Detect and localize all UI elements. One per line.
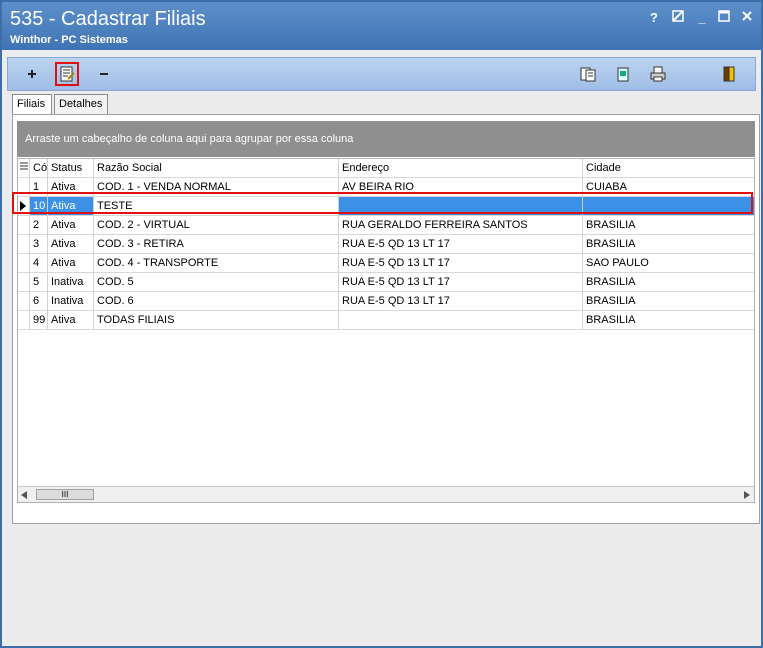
cell-status: Ativa — [48, 311, 94, 330]
minimize-button[interactable]: _ — [694, 10, 710, 26]
cell-status: Inativa — [48, 292, 94, 311]
cell-cidade: BRASILIA — [583, 216, 754, 235]
cell-codigo: 2 — [30, 216, 48, 235]
cell-status: Ativa — [48, 254, 94, 273]
table-row[interactable]: 1 Ativa COD. 1 - VENDA NORMAL AV BEIRA R… — [18, 178, 754, 197]
row-indicator — [18, 273, 30, 292]
cell-status: Inativa — [48, 273, 94, 292]
cell-status: Ativa — [48, 178, 94, 197]
printer-icon — [650, 66, 666, 82]
table-row[interactable]: 5 Inativa COD. 5 RUA E-5 QD 13 LT 17 BRA… — [18, 273, 754, 292]
print-button[interactable] — [646, 62, 670, 86]
restore-icon[interactable] — [670, 10, 686, 26]
scroll-right-icon[interactable] — [744, 490, 750, 502]
cell-razao-social: COD. 3 - RETIRA — [94, 235, 339, 254]
window-subtitle: Winthor - PC Sistemas — [10, 34, 128, 46]
cell-endereco: AV BEIRA RIO — [339, 178, 583, 197]
cell-razao-social: COD. 4 - TRANSPORTE — [94, 254, 339, 273]
cell-codigo: 1 — [30, 178, 48, 197]
table-row-selected[interactable]: 10 Ativa TESTE — [18, 197, 754, 216]
row-indicator — [18, 235, 30, 254]
cell-endereco: RUA GERALDO FERREIRA SANTOS — [339, 216, 583, 235]
tab-detalhes[interactable]: Detalhes — [54, 94, 108, 114]
cell-endereco — [339, 311, 583, 330]
help-button[interactable]: ? — [646, 10, 662, 26]
grid-header: Có Status Razão Social Endereço Cidade — [18, 159, 754, 178]
title-bar: 535 - Cadastrar Filiais Winthor - PC Sis… — [2, 2, 761, 50]
cell-endereco: RUA E-5 QD 13 LT 17 — [339, 235, 583, 254]
cell-endereco — [339, 197, 583, 216]
cell-codigo: 4 — [30, 254, 48, 273]
cell-endereco: RUA E-5 QD 13 LT 17 — [339, 292, 583, 311]
table-row[interactable]: 2 Ativa COD. 2 - VIRTUAL RUA GERALDO FER… — [18, 216, 754, 235]
cell-endereco: RUA E-5 QD 13 LT 17 — [339, 254, 583, 273]
current-row-arrow-icon — [18, 197, 30, 216]
cell-razao-social: COD. 2 - VIRTUAL — [94, 216, 339, 235]
main-window: 535 - Cadastrar Filiais Winthor - PC Sis… — [0, 0, 763, 648]
cell-status: Ativa — [48, 197, 94, 216]
cell-cidade: BRASILIA — [583, 311, 754, 330]
row-indicator — [18, 216, 30, 235]
add-button[interactable] — [20, 62, 44, 86]
cell-razao-social: TODAS FILIAIS — [94, 311, 339, 330]
copy-icon — [580, 67, 596, 82]
column-header-razao-social[interactable]: Razão Social — [94, 159, 339, 178]
column-header-status[interactable]: Status — [48, 159, 94, 178]
cell-razao-social: COD. 5 — [94, 273, 339, 292]
cell-status: Ativa — [48, 235, 94, 254]
row-indicator — [18, 292, 30, 311]
group-by-area[interactable]: Arraste um cabeçalho de coluna aqui para… — [17, 121, 755, 157]
column-header-cidade[interactable]: Cidade — [583, 159, 754, 178]
cell-status: Ativa — [48, 216, 94, 235]
plus-icon — [28, 70, 36, 78]
exit-button[interactable] — [717, 62, 741, 86]
tab-filiais[interactable]: Filiais — [12, 94, 52, 115]
filiais-grid: Có Status Razão Social Endereço Cidade 1… — [17, 158, 755, 503]
column-header-endereco[interactable]: Endereço — [339, 159, 583, 178]
table-row[interactable]: 4 Ativa COD. 4 - TRANSPORTE RUA E-5 QD 1… — [18, 254, 754, 273]
window-title: 535 - Cadastrar Filiais — [10, 8, 206, 30]
column-chooser-icon[interactable] — [18, 159, 30, 178]
cell-razao-social: TESTE — [94, 197, 339, 216]
scroll-left-icon[interactable] — [21, 490, 27, 502]
row-indicator — [18, 311, 30, 330]
cell-cidade — [583, 197, 754, 216]
cell-codigo: 10 — [30, 197, 48, 216]
cell-cidade: BRASILIA — [583, 235, 754, 254]
cell-codigo: 5 — [30, 273, 48, 292]
cell-codigo: 99 — [30, 311, 48, 330]
table-row[interactable]: 99 Ativa TODAS FILIAIS BRASILIA — [18, 311, 754, 330]
cell-cidade: BRASILIA — [583, 273, 754, 292]
table-row[interactable]: 6 Inativa COD. 6 RUA E-5 QD 13 LT 17 BRA… — [18, 292, 754, 311]
filiais-panel: Arraste um cabeçalho de coluna aqui para… — [12, 114, 760, 524]
minus-icon — [100, 73, 108, 75]
toolbar — [7, 57, 756, 91]
row-indicator — [18, 254, 30, 273]
cell-codigo: 3 — [30, 235, 48, 254]
exit-door-icon — [723, 66, 735, 82]
cell-cidade: SAO PAULO — [583, 254, 754, 273]
cell-codigo: 6 — [30, 292, 48, 311]
maximize-icon[interactable] — [716, 10, 732, 26]
table-row[interactable]: 3 Ativa COD. 3 - RETIRA RUA E-5 QD 13 LT… — [18, 235, 754, 254]
remove-button[interactable] — [92, 62, 116, 86]
copy-button[interactable] — [576, 62, 600, 86]
cell-cidade: CUIABA — [583, 178, 754, 197]
cell-cidade: BRASILIA — [583, 292, 754, 311]
horizontal-scrollbar[interactable]: III — [18, 486, 754, 502]
close-icon[interactable] — [739, 10, 755, 26]
cell-razao-social: COD. 6 — [94, 292, 339, 311]
edit-document-icon — [60, 66, 75, 82]
cell-endereco: RUA E-5 QD 13 LT 17 — [339, 273, 583, 292]
row-indicator — [18, 178, 30, 197]
edit-button[interactable] — [55, 62, 79, 86]
scroll-thumb[interactable]: III — [36, 489, 94, 500]
cell-razao-social: COD. 1 - VENDA NORMAL — [94, 178, 339, 197]
calendar-icon — [617, 67, 629, 82]
column-header-codigo[interactable]: Có — [30, 159, 48, 178]
calendar-button[interactable] — [611, 62, 635, 86]
